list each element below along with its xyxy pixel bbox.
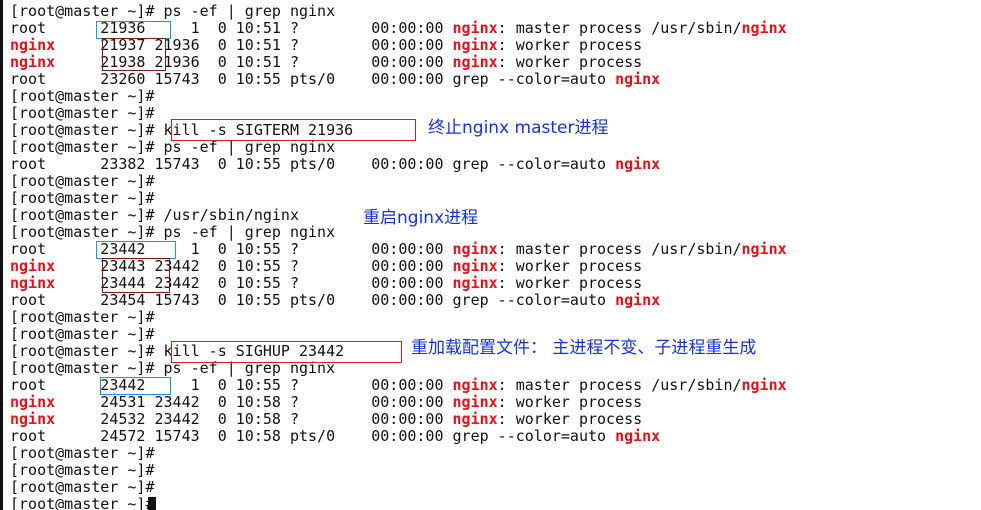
- terminal-text: root 23260 15743 0 10:55 pts/0 00:00:00 …: [10, 70, 616, 88]
- terminal-text: root 23454 15743 0 10:55 pts/0 00:00:00 …: [10, 291, 616, 309]
- worker-pid-box-2: [102, 258, 170, 293]
- note-reload: 重加载配置文件： 主进程不变、子进程重生成: [411, 338, 757, 358]
- highlighted-text: nginx: [10, 410, 56, 428]
- terminal-line: [root@master ~]#: [10, 445, 155, 462]
- kill-sighup-box: [171, 341, 402, 363]
- highlighted-text: nginx: [10, 36, 56, 54]
- terminal-text: [root@master ~]#: [10, 478, 155, 496]
- highlighted-text: nginx: [452, 376, 498, 394]
- terminal-line: [root@master ~]#: [10, 88, 155, 105]
- terminal-line: [root@master ~]#: [10, 309, 155, 326]
- highlighted-text: nginx: [452, 257, 498, 275]
- highlighted-text: nginx: [452, 393, 498, 411]
- terminal-text: [root@master ~]# /usr/sbin/nginx: [10, 206, 299, 224]
- terminal-text: : master process /usr/sbin/: [497, 19, 742, 37]
- left-edge-bar: [0, 0, 3, 510]
- highlighted-text: nginx: [452, 240, 498, 258]
- terminal-line: nginx 24531 23442 0 10:58 ? 00:00:00 ngi…: [10, 394, 642, 411]
- terminal-text: 24531 23442 0 10:58 ? 00:00:00: [55, 393, 453, 411]
- terminal-line: root 23454 15743 0 10:55 pts/0 00:00:00 …: [10, 292, 660, 309]
- terminal-text: [root@master ~]#: [10, 87, 155, 105]
- terminal-text: : master process /usr/sbin/: [497, 240, 742, 258]
- terminal-text: [root@master ~]#: [10, 495, 155, 510]
- highlighted-text: nginx: [615, 291, 661, 309]
- terminal-line: [root@master ~]#: [10, 326, 155, 343]
- terminal-text: [root@master ~]#: [10, 308, 155, 326]
- terminal-text: root 23442 1 0 10:55 ? 00:00:00: [10, 240, 453, 258]
- terminal-line: root 23260 15743 0 10:55 pts/0 00:00:00 …: [10, 71, 660, 88]
- terminal-text: [root@master ~]#: [10, 189, 155, 207]
- terminal-line: [root@master ~]#: [10, 479, 155, 496]
- note-restart: 重启nginx进程: [363, 208, 479, 228]
- terminal-line: [root@master ~]#: [10, 173, 155, 190]
- highlighted-text: nginx: [452, 410, 498, 428]
- highlighted-text: nginx: [452, 274, 498, 292]
- terminal-text: [root@master ~]#: [10, 104, 155, 122]
- note-stop-master: 终止nginx master进程: [428, 118, 609, 138]
- terminal-line: nginx 24532 23442 0 10:58 ? 00:00:00 ngi…: [10, 411, 642, 428]
- terminal-text: [root@master ~]#: [10, 444, 155, 462]
- highlighted-text: nginx: [741, 240, 787, 258]
- highlighted-text: nginx: [615, 155, 661, 173]
- terminal-line: [root@master ~]#: [10, 462, 155, 479]
- terminal-line: [root@master ~]# ps -ef | grep nginx: [10, 224, 335, 241]
- terminal-text: 24532 23442 0 10:58 ? 00:00:00: [55, 410, 453, 428]
- highlighted-text: nginx: [452, 53, 498, 71]
- terminal-window[interactable]: [root@master ~]# ps -ef | grep nginx root…: [0, 0, 981, 510]
- terminal-text: [root@master ~]#: [10, 172, 155, 190]
- terminal-text: : worker process: [497, 257, 643, 275]
- highlighted-text: nginx: [452, 36, 498, 54]
- terminal-text: [root@master ~]#: [10, 461, 155, 479]
- terminal-line: [root@master ~]# ps -ef | grep nginx: [10, 3, 335, 20]
- terminal-text: root 23442 1 0 10:55 ? 00:00:00: [10, 376, 453, 394]
- terminal-text: root 23382 15743 0 10:55 pts/0 00:00:00 …: [10, 155, 616, 173]
- terminal-line: root 24572 15743 0 10:58 pts/0 00:00:00 …: [10, 428, 660, 445]
- terminal-text: : master process /usr/sbin/: [497, 376, 742, 394]
- terminal-text: [root@master ~]#: [10, 325, 155, 343]
- highlighted-text: nginx: [10, 53, 56, 71]
- terminal-line: [root@master ~]# /usr/sbin/nginx: [10, 207, 299, 224]
- terminal-line: root 23382 15743 0 10:55 pts/0 00:00:00 …: [10, 156, 660, 173]
- terminal-text: : worker process: [497, 274, 643, 292]
- terminal-line: [root@master ~]#: [10, 190, 155, 207]
- terminal-line: [root@master ~]#: [10, 496, 155, 510]
- highlighted-text: nginx: [10, 274, 56, 292]
- terminal-text: : worker process: [497, 393, 643, 411]
- terminal-cursor: [148, 497, 156, 510]
- highlighted-text: nginx: [615, 427, 661, 445]
- terminal-text: [root@master ~]# ps -ef | grep nginx: [10, 2, 336, 20]
- kill-sigterm-box: [171, 119, 416, 141]
- highlighted-text: nginx: [10, 257, 56, 275]
- terminal-text: [root@master ~]# ps -ef | grep nginx: [10, 223, 336, 241]
- highlighted-text: nginx: [741, 19, 787, 37]
- highlighted-text: nginx: [452, 19, 498, 37]
- highlighted-text: nginx: [615, 70, 661, 88]
- worker-pid-box-1: [102, 38, 166, 71]
- terminal-text: : worker process: [497, 53, 643, 71]
- terminal-text: : worker process: [497, 410, 643, 428]
- terminal-text: : worker process: [497, 36, 643, 54]
- terminal-text: root 21936 1 0 10:51 ? 00:00:00: [10, 19, 453, 37]
- terminal-line: [root@master ~]#: [10, 105, 155, 122]
- master-pid-box-2: [96, 241, 176, 259]
- terminal-line: [root@master ~]# ps -ef | grep nginx: [10, 139, 335, 156]
- terminal-text: root 24572 15743 0 10:58 pts/0 00:00:00 …: [10, 427, 616, 445]
- master-pid-box-3: [100, 377, 171, 395]
- master-pid-box-1: [96, 21, 171, 39]
- highlighted-text: nginx: [10, 393, 56, 411]
- highlighted-text: nginx: [741, 376, 787, 394]
